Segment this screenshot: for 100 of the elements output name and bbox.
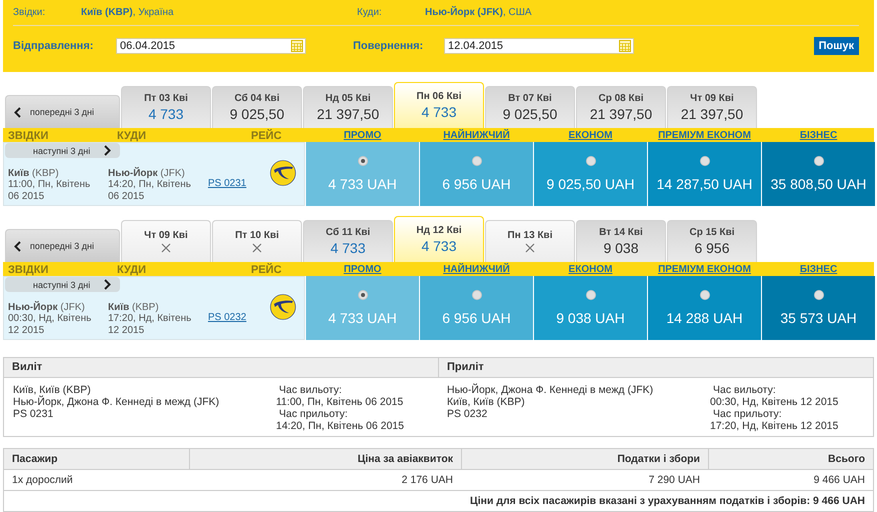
flight-number-link[interactable]: PS 0231 — [208, 178, 246, 188]
time-value: 11:00, Пн, Квітень 06 2015 — [276, 396, 404, 408]
fare-price: 35 573 UAH — [780, 310, 857, 326]
flight-number-link[interactable]: PS 0232 — [208, 312, 246, 322]
cross-icon — [525, 243, 535, 253]
chevron-right-icon — [104, 145, 112, 156]
date-tab[interactable]: Сб 04 Кві 9 025,50 — [212, 86, 302, 128]
table-cell-text: PS 0231 — [13, 408, 54, 420]
from-value: Київ (KBP), Україна — [81, 7, 175, 18]
date-tab[interactable]: Пт 03 Кві 4 733 — [121, 86, 211, 128]
from-label: Звідки: — [13, 7, 46, 18]
arrival-time: 14:20, Пн, Квітень 06 2015 — [108, 178, 192, 202]
previous-days-button[interactable]: попередні 3 дні — [5, 229, 120, 262]
return-date-field[interactable]: 12.04.2015 — [444, 38, 634, 54]
column-header: РЕЙС — [251, 262, 282, 276]
date-tab[interactable]: Чт 09 Кві — [121, 220, 211, 262]
total-price-note: Ціни для всіх пасажирів вказані з урахуванням податків і зборів: 9 466 UAH — [470, 495, 865, 507]
date-tab[interactable]: Нд 12 Кві 4 733 — [394, 216, 484, 262]
chevron-left-icon — [14, 106, 21, 118]
fare-class-link[interactable]: НАЙНИЖЧИЙ — [443, 130, 510, 141]
table-header: Податки і збори — [461, 449, 708, 469]
origin-city: Нью-Йорк (JFK) — [8, 302, 85, 312]
fare-class-link[interactable]: БІЗНЕС — [800, 264, 838, 275]
departure-date-field[interactable]: 06.04.2015 — [116, 38, 306, 54]
next-days-button[interactable]: наступні 3 дні — [5, 277, 120, 292]
time-value: 17:20, Нд, Квітень 12 2015 — [710, 420, 838, 432]
time-label: Час прильоту: — [712, 408, 783, 420]
fare-price: 4 733 UAH — [328, 176, 397, 192]
time-label: Час прильоту: — [278, 408, 349, 420]
table-cell-text: Нью-Йорк, Джона Ф. Кеннеді в межд (JFK) — [13, 396, 220, 408]
fare-cell[interactable]: 35 573 UAH — [762, 276, 875, 340]
departure-label: Відправлення: — [13, 40, 94, 52]
time-label: Час вильоту: — [278, 384, 343, 396]
calendar-icon[interactable] — [291, 40, 303, 52]
to-value: Нью-Йорк (JFK), США — [425, 7, 532, 18]
date-tab[interactable]: Пн 06 Кві 4 733 — [394, 82, 484, 128]
table-header: Виліт — [4, 358, 438, 378]
airline-logo-icon — [270, 160, 296, 186]
fare-class-link[interactable]: БІЗНЕС — [800, 130, 838, 141]
cross-icon — [161, 243, 171, 253]
date-tab[interactable]: Нд 05 Кві 21 397,50 — [303, 86, 393, 128]
time-value: 00:30, Нд, Квітень 12 2015 — [710, 396, 838, 408]
previous-days-button[interactable]: попередні 3 дні — [5, 95, 120, 128]
radio-button[interactable] — [586, 290, 596, 300]
column-header: РЕЙС — [251, 128, 282, 142]
date-tab[interactable]: Ср 08 Кві 21 397,50 — [576, 86, 666, 128]
fare-class-link[interactable]: ПРОМО — [344, 130, 382, 141]
destination-city: Київ (KBP) — [108, 302, 160, 312]
column-header: ЗВІДКИ — [8, 128, 48, 142]
table-cell-text: 9 466 UAH — [812, 474, 866, 486]
fare-price: 9 025,50 UAH — [546, 176, 634, 192]
table-header: Приліт — [438, 358, 873, 378]
fare-cell[interactable]: 9 038 UAH — [534, 276, 647, 340]
radio-button[interactable] — [472, 156, 482, 166]
fare-price: 6 956 UAH — [442, 176, 511, 192]
date-tab[interactable]: Пн 13 Кві — [485, 220, 575, 262]
column-header: ЗВІДКИ — [8, 262, 48, 276]
fare-class-link[interactable]: ЕКОНОМ — [568, 264, 612, 275]
date-tab[interactable]: Чт 09 Кві 21 397,50 — [667, 86, 757, 128]
column-header: КУДИ — [117, 128, 146, 142]
table-cell-text: 2 176 UAH — [400, 474, 454, 486]
date-tab[interactable]: Вт 14 Кві 9 038 — [576, 220, 666, 262]
table-header: Пасажир — [11, 453, 59, 465]
time-label: Час вильоту: — [712, 384, 777, 396]
fare-class-link[interactable]: НАЙНИЖЧИЙ — [443, 264, 510, 275]
radio-button[interactable] — [358, 156, 368, 166]
departure-time: 11:00, Пн, Квітень 06 2015 — [8, 178, 92, 202]
fare-cell[interactable]: 35 808,50 UAH — [762, 142, 875, 206]
table-cell-text: 7 290 UAH — [648, 474, 701, 486]
fare-price: 6 956 UAH — [442, 310, 511, 326]
fare-price: 4 733 UAH — [328, 310, 397, 326]
cross-icon — [252, 243, 262, 253]
fare-cell[interactable]: 14 287,50 UAH — [648, 142, 761, 206]
next-days-button[interactable]: наступні 3 дні — [5, 143, 120, 158]
radio-button[interactable] — [586, 156, 596, 166]
fare-class-link[interactable]: ПРОМО — [344, 264, 382, 275]
fare-class-link[interactable]: ПРЕМІУМ ЕКОНОМ — [658, 130, 751, 141]
date-tab[interactable]: Пт 10 Кві — [212, 220, 302, 262]
search-button[interactable]: Пошук — [814, 37, 859, 55]
table-cell-text: Київ, Київ (KBP) — [447, 396, 526, 408]
departure-time: 00:30, Нд, Квітень 12 2015 — [8, 312, 92, 336]
fare-cell[interactable]: 14 288 UAH — [648, 276, 761, 340]
fare-class-link[interactable]: ПРЕМІУМ ЕКОНОМ — [658, 264, 751, 275]
radio-button[interactable] — [700, 290, 710, 300]
calendar-icon[interactable] — [619, 40, 631, 52]
date-tab[interactable]: Вт 07 Кві 9 025,50 — [485, 86, 575, 128]
fare-class-link[interactable]: ЕКОНОМ — [568, 130, 612, 141]
date-tab[interactable]: Сб 11 Кві 4 733 — [303, 220, 393, 262]
radio-button[interactable] — [472, 290, 482, 300]
radio-button[interactable] — [814, 290, 824, 300]
fare-price: 14 288 UAH — [666, 310, 743, 326]
date-tab[interactable]: Ср 15 Кві 6 956 — [667, 220, 757, 262]
fare-cell[interactable]: 9 025,50 UAH — [534, 142, 647, 206]
radio-button[interactable] — [358, 290, 368, 300]
time-value: 14:20, Пн, Квітень 06 2015 — [276, 420, 404, 432]
radio-button[interactable] — [814, 156, 824, 166]
chevron-right-icon — [104, 279, 112, 290]
to-label: Куди: — [357, 7, 383, 18]
arrival-time: 17:20, Нд, Квітень 12 2015 — [108, 312, 192, 336]
radio-button[interactable] — [700, 156, 710, 166]
